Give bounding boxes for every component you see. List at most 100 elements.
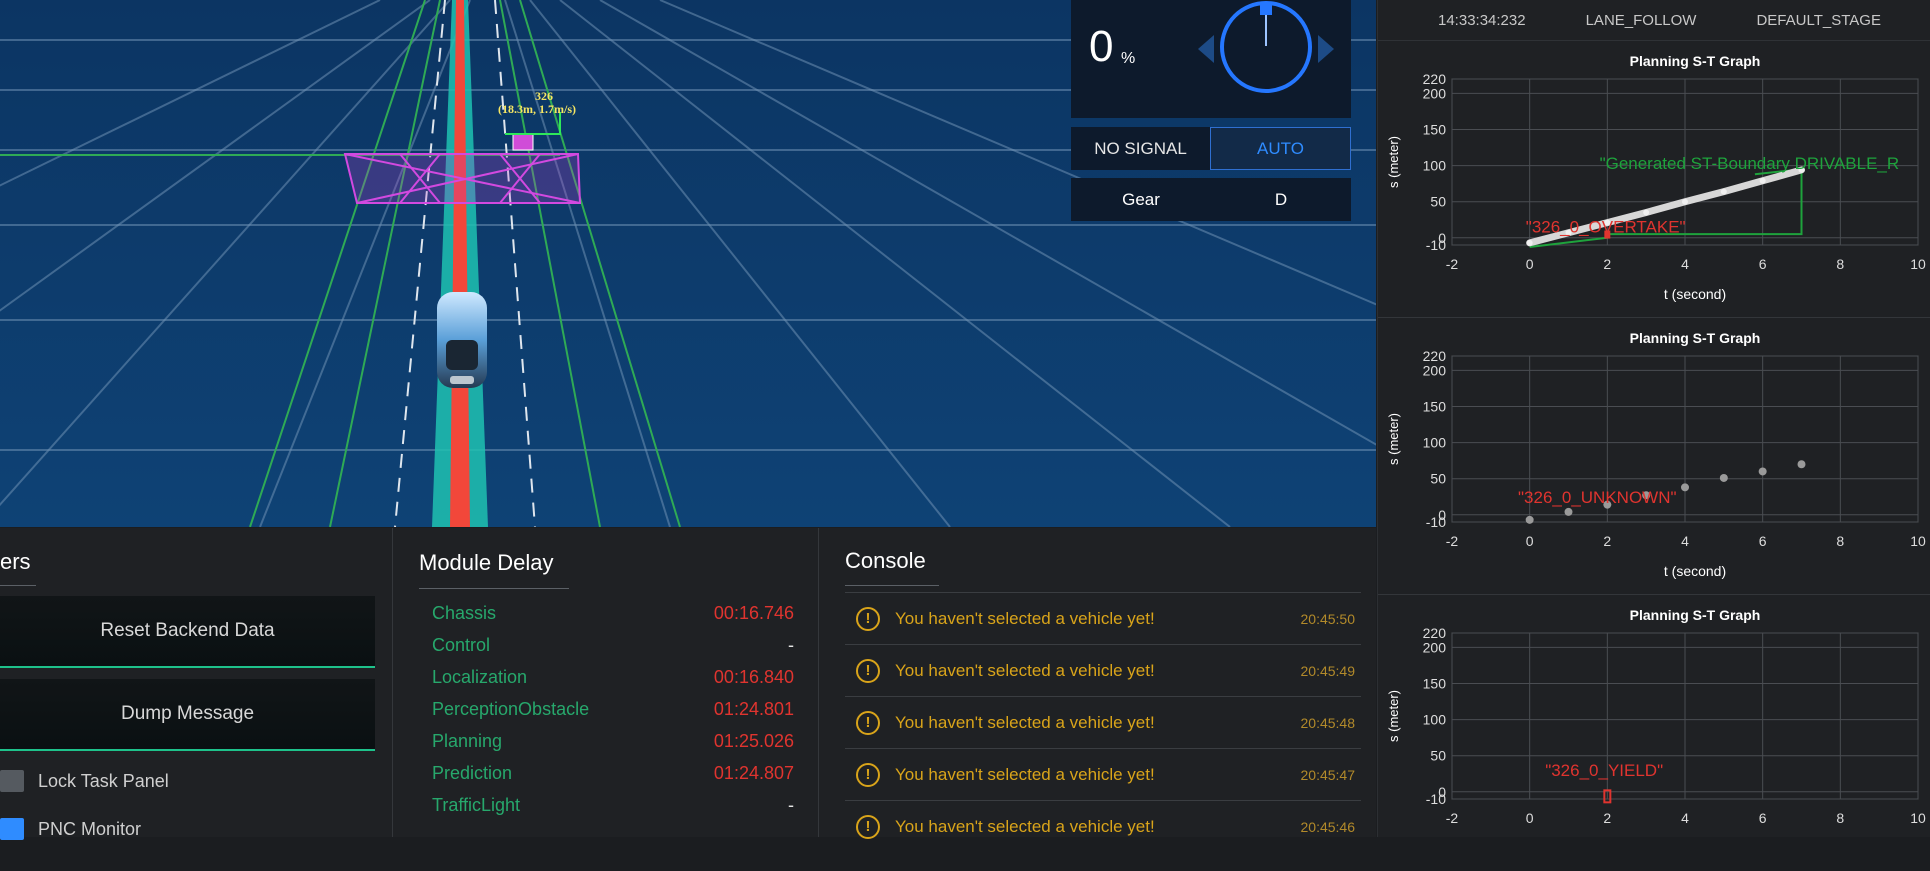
speed-unit: % xyxy=(1121,50,1136,67)
y-tick-label: -10 xyxy=(1426,237,1446,253)
y-axis-label: s (meter) xyxy=(1386,690,1401,742)
x-tick-label: 2 xyxy=(1603,256,1611,272)
delay-row: TrafficLight - xyxy=(432,795,794,815)
console-message: ! You haven't selected a vehicle yet! 20:… xyxy=(845,748,1361,800)
steering-wheel-icon xyxy=(1198,1,1334,93)
y-tick-label: 150 xyxy=(1423,122,1447,138)
st-graph-1[interactable]: -2 0 2 4 6 8 10 220 200 150 100 50 0 -10 Planning S-T … xyxy=(1378,41,1930,318)
speed-value: 0 xyxy=(1089,22,1114,71)
overtake-annotation: "326_0_OVERTAKE" xyxy=(1526,218,1686,237)
x-tick-label: -2 xyxy=(1446,533,1459,549)
tasks-title: ers xyxy=(0,549,31,574)
delay-row: Planning 01:25.026 xyxy=(432,731,794,751)
module-delay-title: Module Delay xyxy=(419,550,554,575)
driving-mode-auto[interactable]: AUTO xyxy=(1210,127,1351,170)
console-message: ! You haven't selected a vehicle yet! 20:… xyxy=(845,696,1361,748)
x-tick-label: 4 xyxy=(1681,810,1689,826)
x-tick-label: 0 xyxy=(1526,256,1534,272)
yield-annotation: "326_0_YIELD" xyxy=(1545,761,1663,780)
x-tick-label: 2 xyxy=(1603,810,1611,826)
gear-label: Gear xyxy=(1122,189,1160,209)
st-point xyxy=(1719,473,1728,482)
obstacle-fence xyxy=(343,153,582,204)
graph-title: Planning S-T Graph xyxy=(1630,607,1761,623)
x-axis-label: t (second) xyxy=(1664,563,1726,579)
x-tick-label: 4 xyxy=(1681,533,1689,549)
y-tick-label: -10 xyxy=(1426,791,1446,807)
st-graph-3[interactable]: -2 0 2 4 6 8 10 220 200 150 100 50 0 -10 Planning S-T … xyxy=(1378,595,1930,871)
st-point xyxy=(1797,460,1806,469)
y-axis-label: s (meter) xyxy=(1386,413,1401,465)
y-tick-label: 200 xyxy=(1423,639,1447,655)
warning-icon: ! xyxy=(856,762,880,787)
y-tick-label: 50 xyxy=(1430,194,1446,210)
y-axis-label: s (meter) xyxy=(1386,136,1401,188)
warning-icon: ! xyxy=(856,606,880,631)
signal-row: NO SIGNAL AUTO xyxy=(1071,127,1351,170)
st-point xyxy=(1564,507,1573,516)
speed-point xyxy=(1526,239,1533,246)
speed-point xyxy=(1759,177,1766,184)
y-tick-label: 200 xyxy=(1423,85,1447,101)
y-tick-label: 100 xyxy=(1423,158,1447,174)
header-stage: DEFAULT_STAGE xyxy=(1756,11,1881,29)
dump-message-button[interactable]: Dump Message xyxy=(0,679,375,751)
x-tick-label: -2 xyxy=(1446,810,1459,826)
graph-title: Planning S-T Graph xyxy=(1630,330,1761,346)
obstacle-id-label: 326 xyxy=(535,89,553,103)
y-tick-label: 50 xyxy=(1430,748,1446,764)
lock-task-panel-toggle[interactable]: Lock Task Panel xyxy=(0,770,169,792)
console-message: ! You haven't selected a vehicle yet! 20:… xyxy=(845,644,1361,696)
signal-status: NO SIGNAL xyxy=(1094,138,1187,158)
x-tick-label: 6 xyxy=(1759,810,1767,826)
header-scenario: LANE_FOLLOW xyxy=(1585,11,1697,29)
x-tick-label: 10 xyxy=(1910,533,1926,549)
st-point xyxy=(1758,467,1767,476)
x-tick-label: 2 xyxy=(1603,533,1611,549)
delay-row: PerceptionObstacle 01:24.801 xyxy=(432,699,794,719)
planning-header: 14:33:34:232 LANE_FOLLOW DEFAULT_STAGE xyxy=(1378,0,1930,41)
warning-icon: ! xyxy=(856,710,880,735)
x-tick-label: 10 xyxy=(1910,256,1926,272)
delay-row: Chassis 00:16.746 xyxy=(432,603,794,623)
header-time: 14:33:34:232 xyxy=(1438,11,1526,29)
obstacle-info-label: (18.3m, 1.7m/s) xyxy=(498,102,576,116)
module-delay-underline xyxy=(419,588,569,589)
graph-title: Planning S-T Graph xyxy=(1630,53,1761,69)
delay-row: Control - xyxy=(432,635,794,655)
x-tick-label: 10 xyxy=(1910,810,1926,826)
console-title-underline xyxy=(845,585,939,586)
pnc-monitor-label: PNC Monitor xyxy=(38,818,142,839)
x-tick-label: 4 xyxy=(1681,256,1689,272)
x-tick-label: 0 xyxy=(1526,533,1534,549)
reset-backend-data-button[interactable]: Reset Backend Data xyxy=(0,596,375,668)
gear-row: Gear D xyxy=(1071,178,1351,221)
speed-point xyxy=(1643,209,1650,216)
console-message: ! You haven't selected a vehicle yet! 20:… xyxy=(845,800,1361,852)
console-title: Console xyxy=(845,548,926,573)
ego-vehicle xyxy=(437,292,487,388)
lock-task-panel-checkbox[interactable] xyxy=(0,770,24,792)
st-point xyxy=(1525,515,1534,524)
y-tick-label: 100 xyxy=(1423,435,1447,451)
y-tick-label: 200 xyxy=(1423,362,1447,378)
y-tick-label: 50 xyxy=(1430,471,1446,487)
tasks-title-underline xyxy=(0,585,36,586)
warning-icon: ! xyxy=(856,814,880,839)
x-tick-label: 8 xyxy=(1836,256,1844,272)
speed-point xyxy=(1720,188,1727,195)
x-axis-label: t (second) xyxy=(1664,286,1726,302)
y-tick-label: 100 xyxy=(1423,712,1447,728)
speed-panel: 0 % xyxy=(1071,0,1351,118)
x-tick-label: 6 xyxy=(1759,533,1767,549)
unknown-annotation: "326_0_UNKNOWN" xyxy=(1518,488,1677,507)
x-tick-label: 8 xyxy=(1836,810,1844,826)
lock-task-panel-label: Lock Task Panel xyxy=(38,770,169,791)
x-tick-label: 0 xyxy=(1526,810,1534,826)
delay-row: Prediction 01:24.807 xyxy=(432,763,794,783)
console-message: ! You haven't selected a vehicle yet! 20:… xyxy=(845,592,1361,644)
gear-value: D xyxy=(1274,189,1288,209)
boundary-annotation: "Generated ST-Boundary DRIVABLE_R xyxy=(1600,154,1900,173)
st-graph-2[interactable]: -2 0 2 4 6 8 10 220 200 150 100 50 0 -10 Planning S-T … xyxy=(1378,318,1930,595)
y-tick-label: 150 xyxy=(1423,676,1447,692)
